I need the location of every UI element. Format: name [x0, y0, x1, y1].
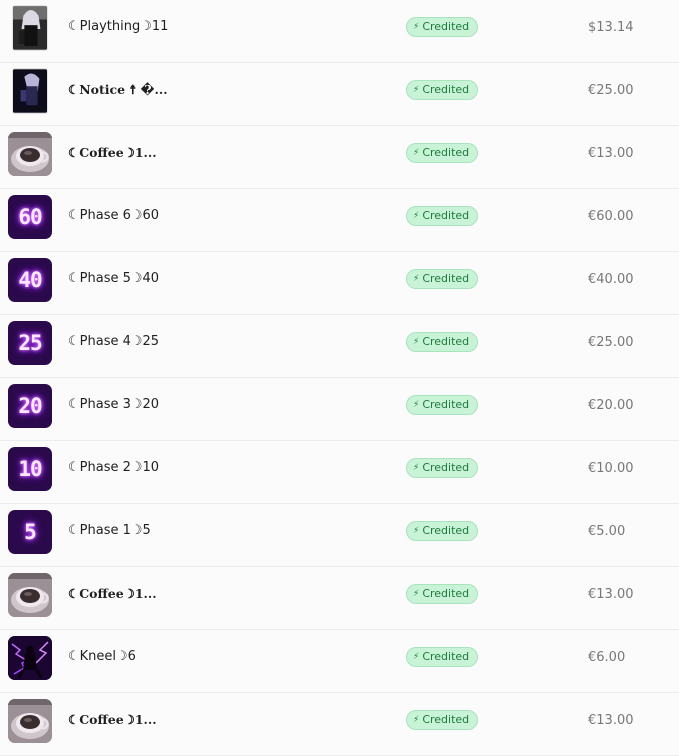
transaction-amount: €13.00	[588, 587, 634, 602]
transaction-amount: €60.00	[588, 209, 634, 224]
transaction-amount: €13.00	[588, 146, 634, 161]
transaction-amount: €5.00	[588, 524, 626, 539]
status-badge: ⚡ Credited	[406, 647, 479, 667]
lightning-bolt-icon: ⚡	[413, 273, 420, 284]
transaction-amount: $13.14	[588, 20, 634, 35]
status-badge: ⚡ Credited	[406, 332, 479, 352]
lightning-bolt-icon: ⚡	[413, 462, 420, 473]
lightning-bolt-icon: ⚡	[413, 525, 420, 536]
status-badge: ⚡ Credited	[406, 143, 479, 163]
transaction-row[interactable]: 20 ☾Phase 3☽20 ⚡ Credited €20.00	[0, 378, 679, 441]
transaction-row[interactable]: ☾Plaything☽11 ⚡ Credited $13.14	[0, 0, 679, 63]
status-badge: ⚡ Credited	[406, 269, 479, 289]
status-badge: ⚡ Credited	[406, 584, 479, 604]
status-label: Credited	[422, 713, 470, 726]
dark-figure-photo-thumbnail	[12, 68, 48, 114]
thumbnail-number: 10	[18, 457, 42, 481]
neon-number-thumbnail: 25	[8, 321, 52, 365]
thumbnail-number: 25	[18, 331, 42, 355]
status-label: Credited	[422, 461, 470, 474]
transaction-amount: €40.00	[588, 272, 634, 287]
neon-number-thumbnail: 20	[8, 384, 52, 428]
coffee-cup-thumbnail	[8, 573, 52, 617]
transaction-amount: €20.00	[588, 398, 634, 413]
status-label: Credited	[422, 587, 470, 600]
transaction-amount: €25.00	[588, 83, 634, 98]
transaction-title[interactable]: ☾Phase 4☽25	[68, 334, 159, 350]
status-badge: ⚡ Credited	[406, 395, 479, 415]
transaction-row[interactable]: ☾Coffee☽1... ⚡ Credited €13.00	[0, 693, 679, 756]
coffee-cup-thumbnail	[8, 699, 52, 743]
transaction-row[interactable]: ☾Coffee☽1... ⚡ Credited €13.00	[0, 567, 679, 630]
status-label: Credited	[422, 524, 470, 537]
transaction-row[interactable]: 60 ☾Phase 6☽60 ⚡ Credited €60.00	[0, 189, 679, 252]
status-label: Credited	[422, 209, 470, 222]
status-badge: ⚡ Credited	[406, 206, 479, 226]
neon-number-thumbnail: 10	[8, 447, 52, 491]
lightning-bolt-icon: ⚡	[413, 588, 420, 599]
transaction-title[interactable]: ☾Phase 5☽40	[68, 271, 159, 287]
status-label: Credited	[422, 335, 470, 348]
coffee-cup-thumbnail	[8, 132, 52, 176]
lightning-bolt-icon: ⚡	[413, 399, 420, 410]
transaction-title[interactable]: ☾Coffee☽1...	[68, 586, 157, 602]
transaction-title[interactable]: ☾Coffee☽1...	[68, 712, 157, 728]
doll-photo-thumbnail	[12, 5, 48, 51]
transaction-title[interactable]: ☾Kneel☽6	[68, 649, 136, 665]
thumbnail-number: 40	[18, 268, 42, 292]
status-label: Credited	[422, 146, 470, 159]
transaction-amount: €6.00	[588, 650, 626, 665]
status-badge: ⚡ Credited	[406, 710, 479, 730]
neon-number-thumbnail: 60	[8, 195, 52, 239]
transaction-row[interactable]: 25 ☾Phase 4☽25 ⚡ Credited €25.00	[0, 315, 679, 378]
transaction-row[interactable]: ☾Kneel☽6 ⚡ Credited €6.00	[0, 630, 679, 693]
status-label: Credited	[422, 83, 470, 96]
transaction-row[interactable]: 10 ☾Phase 2☽10 ⚡ Credited €10.00	[0, 441, 679, 504]
transaction-title[interactable]: ☾Plaything☽11	[68, 19, 168, 35]
lightning-bolt-icon: ⚡	[413, 21, 420, 32]
transaction-title[interactable]: ☾Notice ☨ �...	[68, 82, 168, 98]
status-badge: ⚡ Credited	[406, 80, 479, 100]
purple-lightning-figure-thumbnail	[8, 636, 52, 680]
neon-number-thumbnail: 40	[8, 258, 52, 302]
transaction-title[interactable]: ☾Phase 2☽10	[68, 460, 159, 476]
status-label: Credited	[422, 20, 470, 33]
lightning-bolt-icon: ⚡	[413, 714, 420, 725]
transaction-amount: €13.00	[588, 713, 634, 728]
transaction-list: ☾Plaything☽11 ⚡ Credited $13.14 ☾Notice …	[0, 0, 679, 756]
neon-number-thumbnail: 5	[8, 510, 52, 554]
status-label: Credited	[422, 398, 470, 411]
transaction-title[interactable]: ☾Phase 1☽5	[68, 523, 151, 539]
thumbnail-number: 5	[24, 520, 37, 544]
transaction-title[interactable]: ☾Coffee☽1...	[68, 145, 157, 161]
transaction-row[interactable]: ☾Notice ☨ �... ⚡ Credited €25.00	[0, 63, 679, 126]
thumbnail-number: 60	[18, 205, 42, 229]
lightning-bolt-icon: ⚡	[413, 651, 420, 662]
status-label: Credited	[422, 650, 470, 663]
status-badge: ⚡ Credited	[406, 521, 479, 541]
lightning-bolt-icon: ⚡	[413, 336, 420, 347]
lightning-bolt-icon: ⚡	[413, 84, 420, 95]
status-badge: ⚡ Credited	[406, 17, 479, 37]
thumbnail-number: 20	[18, 394, 42, 418]
transaction-amount: €25.00	[588, 335, 634, 350]
transaction-row[interactable]: ☾Coffee☽1... ⚡ Credited €13.00	[0, 126, 679, 189]
status-label: Credited	[422, 272, 470, 285]
status-badge: ⚡ Credited	[406, 458, 479, 478]
lightning-bolt-icon: ⚡	[413, 147, 420, 158]
transaction-row[interactable]: 40 ☾Phase 5☽40 ⚡ Credited €40.00	[0, 252, 679, 315]
transaction-row[interactable]: 5 ☾Phase 1☽5 ⚡ Credited €5.00	[0, 504, 679, 567]
transaction-amount: €10.00	[588, 461, 634, 476]
transaction-title[interactable]: ☾Phase 6☽60	[68, 208, 159, 224]
lightning-bolt-icon: ⚡	[413, 210, 420, 221]
transaction-title[interactable]: ☾Phase 3☽20	[68, 397, 159, 413]
